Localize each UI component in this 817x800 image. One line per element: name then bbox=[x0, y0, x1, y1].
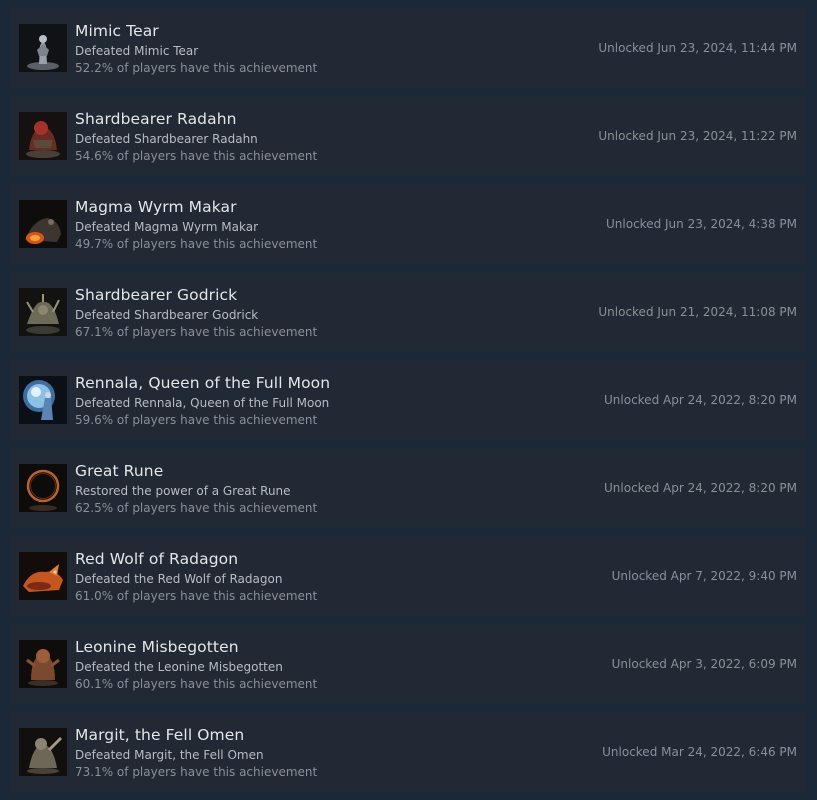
achievement-percent: 52.2% of players have this achievement bbox=[75, 61, 318, 75]
achievement-description: Defeated Margit, the Fell Omen bbox=[75, 748, 264, 762]
achievement-row[interactable]: Shardbearer Godrick Defeated Shardbearer… bbox=[11, 272, 805, 352]
achievement-description: Restored the power of a Great Rune bbox=[75, 484, 291, 498]
leonine-misbegotten-icon bbox=[19, 640, 67, 688]
achievement-title: Red Wolf of Radagon bbox=[75, 550, 239, 568]
achievement-percent: 62.5% of players have this achievement bbox=[75, 501, 318, 515]
great-rune-icon bbox=[19, 464, 67, 512]
achievement-row[interactable]: Rennala, Queen of the Full Moon Defeated… bbox=[11, 360, 805, 440]
achievement-description: Defeated Magma Wyrm Makar bbox=[75, 220, 258, 234]
achievement-row[interactable]: Leonine Misbegotten Defeated the Leonine… bbox=[11, 624, 805, 704]
achievement-percent: 61.0% of players have this achievement bbox=[75, 589, 318, 603]
achievement-row[interactable]: Mimic Tear Defeated Mimic Tear 52.2% of … bbox=[11, 8, 805, 88]
rennala-icon bbox=[19, 376, 67, 424]
achievement-description: Defeated the Leonine Misbegotten bbox=[75, 660, 283, 674]
mimic-tear-icon bbox=[19, 24, 67, 72]
achievement-row[interactable]: Shardbearer Radahn Defeated Shardbearer … bbox=[11, 96, 805, 176]
achievement-description: Defeated the Red Wolf of Radagon bbox=[75, 572, 283, 586]
achievement-row[interactable]: Magma Wyrm Makar Defeated Magma Wyrm Mak… bbox=[11, 184, 805, 264]
red-wolf-icon bbox=[19, 552, 67, 600]
achievement-title: Mimic Tear bbox=[75, 22, 159, 40]
achievement-description: Defeated Mimic Tear bbox=[75, 44, 199, 58]
achievement-row[interactable]: Great Rune Restored the power of a Great… bbox=[11, 448, 805, 528]
achievement-title: Shardbearer Godrick bbox=[75, 286, 238, 304]
achievement-title: Shardbearer Radahn bbox=[75, 110, 237, 128]
achievement-title: Rennala, Queen of the Full Moon bbox=[75, 374, 331, 392]
godrick-icon bbox=[19, 288, 67, 336]
achievement-title: Great Rune bbox=[75, 462, 164, 480]
unlock-date: Unlocked Jun 21, 2024, 11:08 PM bbox=[598, 305, 797, 319]
achievement-row[interactable]: Red Wolf of Radagon Defeated the Red Wol… bbox=[11, 536, 805, 616]
achievement-row[interactable]: Margit, the Fell Omen Defeated Margit, t… bbox=[11, 712, 805, 792]
achievement-title: Leonine Misbegotten bbox=[75, 638, 239, 656]
achievement-percent: 49.7% of players have this achievement bbox=[75, 237, 318, 251]
margit-icon bbox=[19, 728, 67, 776]
achievement-percent: 59.6% of players have this achievement bbox=[75, 413, 318, 427]
magma-wyrm-icon bbox=[19, 200, 67, 248]
achievement-percent: 60.1% of players have this achievement bbox=[75, 677, 318, 691]
radahn-icon bbox=[19, 112, 67, 160]
unlock-date: Unlocked Jun 23, 2024, 11:44 PM bbox=[598, 41, 797, 55]
unlock-date: Unlocked Apr 3, 2022, 6:09 PM bbox=[611, 657, 797, 671]
achievement-title: Magma Wyrm Makar bbox=[75, 198, 237, 216]
unlock-date: Unlocked Apr 24, 2022, 8:20 PM bbox=[604, 393, 797, 407]
achievement-percent: 73.1% of players have this achievement bbox=[75, 765, 318, 779]
unlock-date: Unlocked Apr 24, 2022, 8:20 PM bbox=[604, 481, 797, 495]
achievement-percent: 54.6% of players have this achievement bbox=[75, 149, 318, 163]
unlock-date: Unlocked Jun 23, 2024, 4:38 PM bbox=[606, 217, 797, 231]
achievement-description: Defeated Rennala, Queen of the Full Moon bbox=[75, 396, 330, 410]
unlock-date: Unlocked Mar 24, 2022, 6:46 PM bbox=[602, 745, 797, 759]
unlock-date: Unlocked Jun 23, 2024, 11:22 PM bbox=[598, 129, 797, 143]
achievement-percent: 67.1% of players have this achievement bbox=[75, 325, 318, 339]
achievement-title: Margit, the Fell Omen bbox=[75, 726, 245, 744]
unlock-date: Unlocked Apr 7, 2022, 9:40 PM bbox=[611, 569, 797, 583]
achievement-description: Defeated Shardbearer Radahn bbox=[75, 132, 258, 146]
achievement-description: Defeated Shardbearer Godrick bbox=[75, 308, 259, 322]
achievement-list: Mimic Tear Defeated Mimic Tear 52.2% of … bbox=[0, 0, 817, 792]
